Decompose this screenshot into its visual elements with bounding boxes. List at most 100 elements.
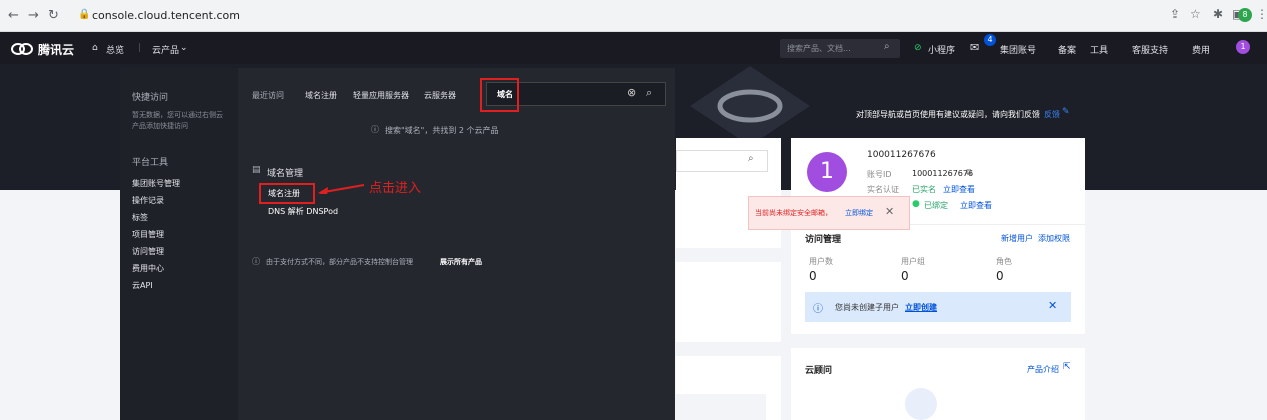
clear-icon[interactable]: ⊗	[627, 86, 636, 99]
stat-value: 0	[809, 269, 817, 283]
back-icon[interactable]: ←	[8, 8, 19, 23]
url-text: console.cloud.tencent.com	[92, 9, 240, 22]
tool-item[interactable]: 访问管理	[132, 246, 164, 257]
footer-note: 由于支付方式不同，部分产品不支持控制台管理	[266, 258, 413, 266]
lock-icon: 🔒	[78, 9, 91, 20]
info-notice: ⓘ 您尚未创建子用户 立即创建 ✕	[805, 292, 1071, 322]
account-id: 100011267676	[912, 169, 974, 178]
annotation-text: 点击进入	[369, 181, 422, 196]
show-all-products-link[interactable]: 展示所有产品	[440, 257, 482, 267]
tencent-cloud-logo-icon	[11, 43, 33, 55]
brand-name[interactable]: 腾讯云	[38, 41, 74, 58]
tab-lighthouse[interactable]: 轻量应用服务器	[353, 90, 409, 101]
search-icon[interactable]: ⌕	[748, 153, 754, 164]
tool-item[interactable]: 操作记录	[132, 195, 164, 206]
advisor-title: 云顾问	[805, 366, 833, 376]
tab-cvm[interactable]: 云服务器	[424, 90, 456, 101]
search-card: ⌕	[676, 138, 781, 248]
notice-text: 您尚未创建子用户	[835, 303, 899, 312]
close-icon[interactable]: ✕	[1048, 299, 1057, 312]
nav-products[interactable]: 云产品	[152, 43, 179, 56]
quick-access-title: 快捷访问	[132, 93, 169, 103]
new-user-link[interactable]: 新增用户	[1001, 233, 1033, 244]
info-icon: ⓘ	[252, 257, 260, 266]
stat-value: 0	[996, 269, 1004, 283]
quick-access-desc: 暂无数据，您可以通过右侧云产品添加快捷访问	[132, 111, 223, 130]
mini-program-icon: ⊘	[914, 43, 922, 53]
search-icon[interactable]: ⌕	[646, 86, 652, 100]
advisor-card: 云顾问 产品介绍 ⇱	[791, 348, 1085, 420]
toast-link[interactable]: 立即绑定	[845, 208, 873, 218]
product-intro-link[interactable]: 产品介绍	[1027, 364, 1059, 375]
create-subuser-link[interactable]: 立即创建	[905, 302, 937, 313]
tool-item[interactable]: 云API	[132, 280, 153, 291]
arrow-annotation-icon	[318, 184, 365, 194]
user-avatar[interactable]: 1	[1236, 40, 1250, 54]
divider: |	[138, 43, 142, 53]
close-icon[interactable]: ✕	[885, 205, 894, 218]
nav-icp[interactable]: 备案	[1058, 43, 1076, 56]
tab-recent[interactable]: 最近访问	[252, 90, 284, 101]
top-search-input[interactable]: 搜索产品、文档... ⌕	[780, 39, 900, 58]
blank-card	[676, 262, 781, 342]
domain-group-icon: ▤	[252, 165, 261, 175]
address-bar[interactable]: 🔒 console.cloud.tencent.com	[72, 4, 1152, 27]
tab-domain-register[interactable]: 域名注册	[305, 90, 337, 101]
toast-text: 当前尚未绑定安全邮箱，	[755, 209, 832, 217]
feedback-link[interactable]: 反馈	[1044, 109, 1060, 120]
edit-icon[interactable]: ✎	[1062, 107, 1070, 117]
extensions-icon[interactable]: ✱	[1213, 7, 1223, 21]
result-dnspod[interactable]: DNS 解析 DNSPod	[268, 206, 338, 217]
wechat-icon: ●	[912, 199, 920, 209]
star-icon[interactable]: ☆	[1190, 7, 1201, 21]
verify-link[interactable]: 立即查看	[943, 184, 975, 195]
add-permission-link[interactable]: 添加权限	[1038, 233, 1070, 244]
share-icon[interactable]: ⇪	[1170, 7, 1180, 21]
access-title: 访问管理	[805, 235, 842, 245]
nav-overview[interactable]: 总览	[106, 43, 124, 56]
nav-billing[interactable]: 费用	[1192, 43, 1210, 56]
info-icon: ⓘ	[813, 304, 823, 315]
home-icon[interactable]: ⌂	[92, 43, 98, 53]
external-link-icon[interactable]: ⇱	[1063, 362, 1071, 372]
tool-item[interactable]: 费用中心	[132, 263, 164, 274]
more-icon[interactable]: ⋮	[1256, 7, 1267, 21]
tool-item[interactable]: 集团账号管理	[132, 178, 180, 189]
nav-tools[interactable]: 工具	[1090, 43, 1108, 56]
search-icon[interactable]: ⌕	[884, 41, 890, 52]
product-search-input[interactable]	[676, 150, 768, 172]
profile-avatar[interactable]: 8	[1238, 8, 1252, 22]
search-result-info: 搜索"域名"，共找到 2 个云产品	[385, 126, 499, 135]
tool-item[interactable]: 项目管理	[132, 229, 164, 240]
wechat-status: 已绑定	[924, 201, 948, 210]
console-top-nav: 腾讯云 ⌂ 总览 | 云产品 ⌄ 搜索产品、文档... ⌕ ⊘ 小程序 ✉ 4 …	[0, 32, 1267, 64]
stat-label: 角色	[996, 257, 1012, 266]
tool-item[interactable]: 标签	[132, 212, 148, 223]
group-title: 域名管理	[267, 169, 304, 179]
stat-label: 用户数	[809, 257, 833, 266]
info-icon: ⓘ	[371, 125, 379, 134]
platform-tools-title: 平台工具	[132, 158, 169, 168]
feedback-text: 对顶部导航或首页使用有建议或疑问，请向我们反馈	[856, 110, 1040, 119]
mail-icon[interactable]: ✉	[970, 41, 979, 54]
mail-badge: 4	[984, 34, 996, 46]
account-id-label: 账号ID	[867, 170, 892, 179]
account-card: 1 100011267676 账号ID 100011267676 ⧉ 实名认证 …	[791, 138, 1085, 334]
nav-mini-program[interactable]: 小程序	[928, 43, 955, 56]
highlight-box	[259, 183, 315, 204]
products-menu-sidebar: 快捷访问 暂无数据，您可以通过右侧云产品添加快捷访问 平台工具 集团账号管理 操…	[120, 68, 238, 420]
verify-label: 实名认证	[867, 185, 899, 194]
reload-icon[interactable]: ↻	[48, 8, 59, 23]
copy-icon[interactable]: ⧉	[966, 168, 972, 178]
advisor-illustration-icon	[905, 388, 937, 420]
search-placeholder: 搜索产品、文档...	[787, 44, 851, 53]
chevron-down-icon: ⌄	[180, 43, 188, 53]
browser-toolbar: ← → ↻ 🔒 console.cloud.tencent.com ⇪ ☆ ✱ …	[0, 0, 1267, 32]
highlight-box	[480, 78, 519, 112]
products-menu-panel: 最近访问 域名注册 轻量应用服务器 云服务器 域名 ⊗ ⌕ ⓘ 搜索"域名"，共…	[238, 68, 675, 420]
forward-icon[interactable]: →	[28, 8, 39, 23]
bind-email-toast: 当前尚未绑定安全邮箱， 立即绑定 ✕	[748, 196, 910, 230]
wechat-link[interactable]: 立即查看	[960, 200, 992, 211]
nav-group-account[interactable]: 集团账号	[1000, 43, 1036, 56]
nav-support[interactable]: 客服支持	[1132, 43, 1168, 56]
